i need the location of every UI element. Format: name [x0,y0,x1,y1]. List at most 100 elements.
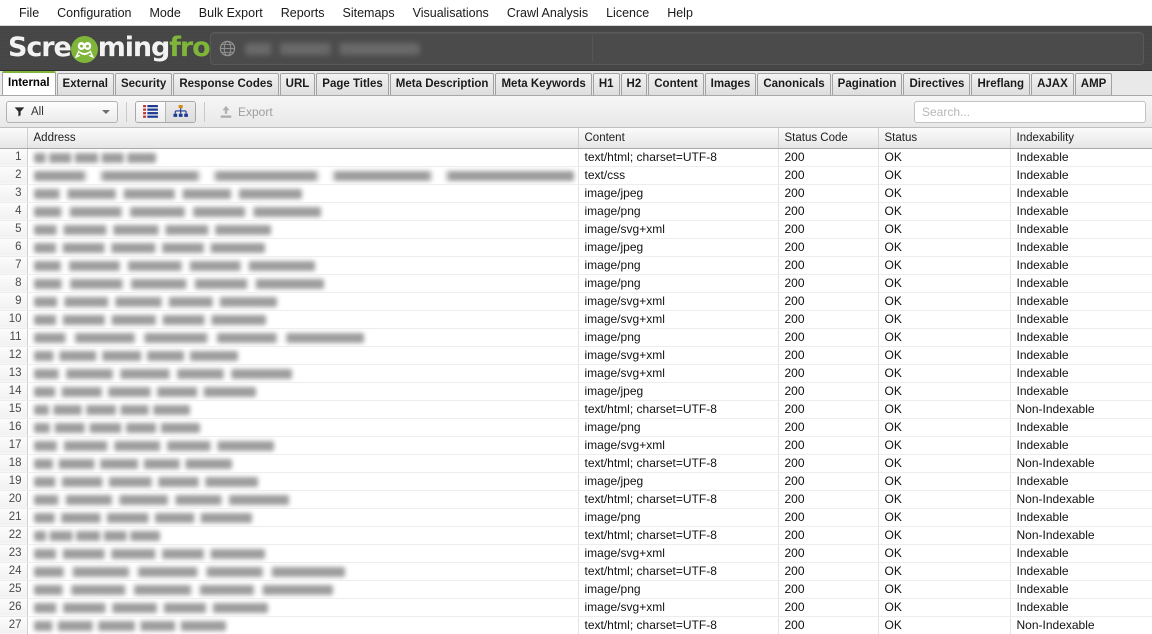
tab-security[interactable]: Security [115,73,172,95]
cell-address[interactable] [27,310,578,328]
table-row[interactable]: 7image/png200OKIndexable [0,256,1152,274]
tab-external[interactable]: External [57,73,114,95]
table-row[interactable]: 21image/png200OKIndexable [0,508,1152,526]
cell-address[interactable] [27,346,578,364]
cell-address[interactable] [27,256,578,274]
column-header-indexability[interactable]: Indexability [1010,128,1152,148]
cell-address[interactable] [27,508,578,526]
cell-address[interactable] [27,202,578,220]
table-row[interactable]: 22text/html; charset=UTF-8200OKNon-Index… [0,526,1152,544]
search-input[interactable] [914,101,1146,123]
column-header-status[interactable]: Status [878,128,1010,148]
filter-dropdown[interactable]: All [6,101,118,123]
cell-address[interactable] [27,418,578,436]
table-row[interactable]: 17image/svg+xml200OKIndexable [0,436,1152,454]
cell-address[interactable] [27,544,578,562]
cell-address[interactable] [27,382,578,400]
table-row[interactable]: 24text/html; charset=UTF-8200OKIndexable [0,562,1152,580]
table-row[interactable]: 19image/jpeg200OKIndexable [0,472,1152,490]
url-input[interactable] [210,32,1144,65]
table-row[interactable]: 12image/svg+xml200OKIndexable [0,346,1152,364]
tab-pagination[interactable]: Pagination [832,73,903,95]
table-row[interactable]: 10image/svg+xml200OKIndexable [0,310,1152,328]
tab-url[interactable]: URL [280,73,316,95]
table-row[interactable]: 13image/svg+xml200OKIndexable [0,364,1152,382]
menu-item-reports[interactable]: Reports [272,3,334,23]
cell-address[interactable] [27,616,578,634]
cell-address[interactable] [27,526,578,544]
tab-meta-keywords[interactable]: Meta Keywords [495,73,591,95]
cell-address[interactable] [27,364,578,382]
table-row[interactable]: 3image/jpeg200OKIndexable [0,184,1152,202]
menu-item-mode[interactable]: Mode [141,3,190,23]
tab-hreflang[interactable]: Hreflang [971,73,1030,95]
table-row[interactable]: 6image/jpeg200OKIndexable [0,238,1152,256]
table-row[interactable]: 2text/css200OKIndexable [0,166,1152,184]
tab-amp[interactable]: AMP [1075,73,1113,95]
cell-address[interactable] [27,328,578,346]
menu-item-file[interactable]: File [10,3,48,23]
table-row[interactable]: 18text/html; charset=UTF-8200OKNon-Index… [0,454,1152,472]
table-row[interactable]: 20text/html; charset=UTF-8200OKNon-Index… [0,490,1152,508]
table-row[interactable]: 16image/png200OKIndexable [0,418,1152,436]
table-row[interactable]: 5image/svg+xml200OKIndexable [0,220,1152,238]
column-header-content[interactable]: Content [578,128,778,148]
tab-images[interactable]: Images [705,73,757,95]
column-header-status-code[interactable]: Status Code [778,128,878,148]
menu-item-visualisations[interactable]: Visualisations [404,3,498,23]
tab-internal[interactable]: Internal [2,71,56,95]
table-row[interactable]: 9image/svg+xml200OKIndexable [0,292,1152,310]
table-row[interactable]: 11image/png200OKIndexable [0,328,1152,346]
cell-address[interactable] [27,562,578,580]
tree-view-icon[interactable] [165,102,195,122]
cell-indexability: Indexable [1010,310,1152,328]
tab-page-titles[interactable]: Page Titles [316,73,389,95]
cell-address[interactable] [27,166,578,184]
cell-content: image/png [578,202,778,220]
cell-address[interactable] [27,238,578,256]
tab-meta-description[interactable]: Meta Description [390,73,495,95]
cell-address[interactable] [27,220,578,238]
cell-address[interactable] [27,274,578,292]
tab-directives[interactable]: Directives [903,73,970,95]
results-table-container[interactable]: Address Content Status Code Status Index… [0,128,1152,634]
table-row[interactable]: 8image/png200OKIndexable [0,274,1152,292]
logo-text-part1: Scre [8,33,71,63]
tab-response-codes[interactable]: Response Codes [173,73,278,95]
cell-address[interactable] [27,148,578,166]
table-row[interactable]: 14image/jpeg200OKIndexable [0,382,1152,400]
cell-address[interactable] [27,472,578,490]
menu-item-help[interactable]: Help [658,3,702,23]
table-row[interactable]: 27text/html; charset=UTF-8200OKNon-Index… [0,616,1152,634]
table-row[interactable]: 25image/png200OKIndexable [0,580,1152,598]
list-view-icon[interactable] [136,102,165,122]
table-row[interactable]: 26image/svg+xml200OKIndexable [0,598,1152,616]
table-row[interactable]: 4image/png200OKIndexable [0,202,1152,220]
cell-address[interactable] [27,580,578,598]
cell-indexability: Indexable [1010,328,1152,346]
cell-address[interactable] [27,454,578,472]
table-row[interactable]: 15text/html; charset=UTF-8200OKNon-Index… [0,400,1152,418]
column-header-address[interactable]: Address [27,128,578,148]
menu-item-licence[interactable]: Licence [597,3,658,23]
table-row[interactable]: 1text/html; charset=UTF-8200OKIndexable [0,148,1152,166]
cell-address[interactable] [27,436,578,454]
cell-address[interactable] [27,292,578,310]
menu-item-sitemaps[interactable]: Sitemaps [334,3,404,23]
tab-content[interactable]: Content [648,73,703,95]
table-row[interactable]: 23image/svg+xml200OKIndexable [0,544,1152,562]
tab-h1[interactable]: H1 [593,73,620,95]
menu-item-crawl-analysis[interactable]: Crawl Analysis [498,3,597,23]
cell-indexability: Indexable [1010,436,1152,454]
cell-address[interactable] [27,400,578,418]
cell-address[interactable] [27,184,578,202]
cell-address[interactable] [27,598,578,616]
menu-item-configuration[interactable]: Configuration [48,3,140,23]
tab-canonicals[interactable]: Canonicals [757,73,830,95]
tab-ajax[interactable]: AJAX [1031,73,1074,95]
export-button[interactable]: Export [213,101,282,123]
menu-item-bulk-export[interactable]: Bulk Export [190,3,272,23]
cell-address[interactable] [27,490,578,508]
address-redacted [34,495,289,505]
tab-h2[interactable]: H2 [621,73,648,95]
